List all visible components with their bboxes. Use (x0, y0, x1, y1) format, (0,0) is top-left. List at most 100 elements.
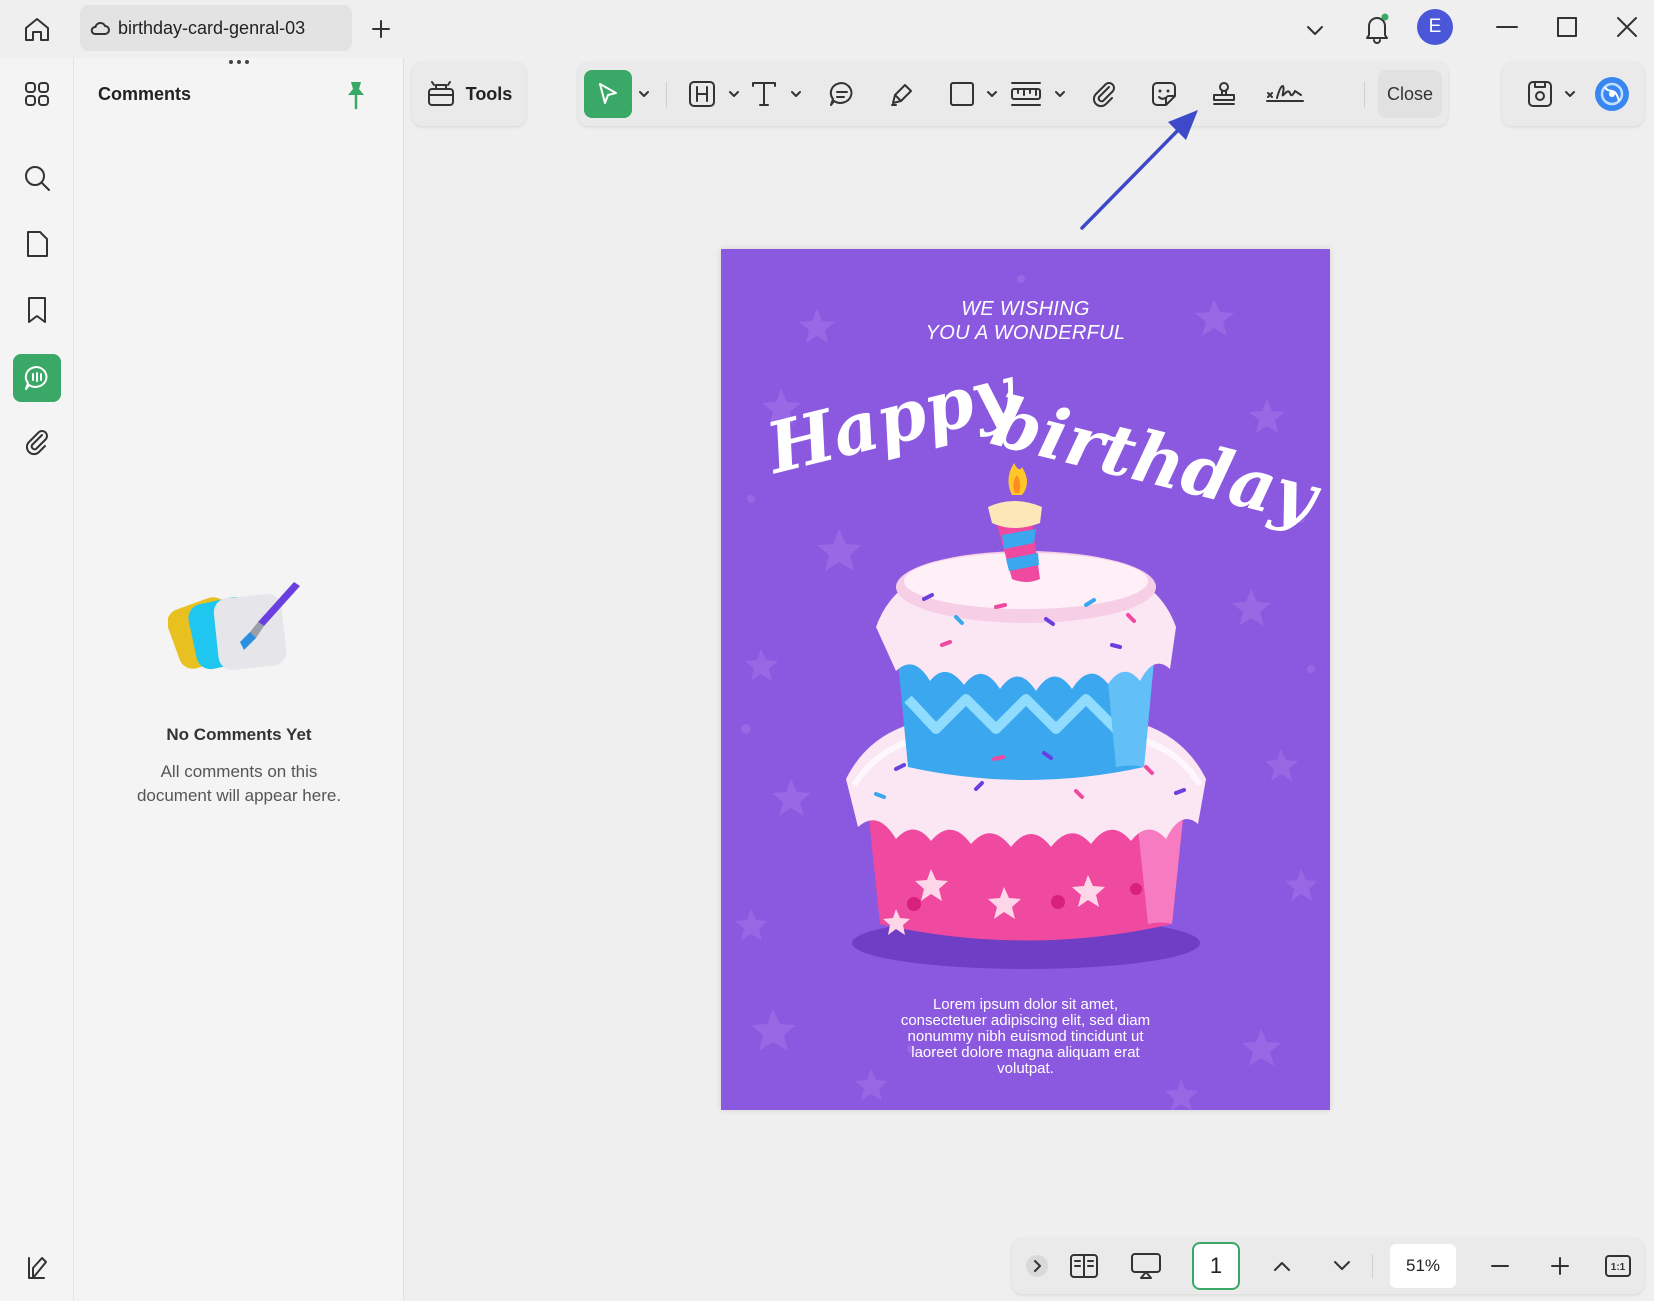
highlight-tool-dropdown[interactable] (726, 82, 742, 106)
tab-list-dropdown[interactable] (1300, 15, 1330, 45)
previous-page-button[interactable] (1264, 1246, 1300, 1286)
current-page-input[interactable] (1192, 1242, 1240, 1290)
panel-drag-handle[interactable] (224, 60, 254, 68)
annotation-arrow (1080, 110, 1198, 230)
pencil-icon (891, 84, 912, 106)
select-tool-dropdown[interactable] (636, 82, 652, 106)
shape-tool-dropdown[interactable] (984, 82, 1000, 106)
close-icon (1617, 17, 1637, 37)
close-window-button[interactable] (1612, 12, 1642, 42)
highlight-tool-button[interactable] (680, 70, 724, 118)
search-icon (25, 166, 50, 191)
empty-state-description: All comments on this document will appea… (74, 760, 404, 808)
save-button[interactable] (1520, 70, 1560, 118)
minus-icon (1491, 1265, 1509, 1267)
actual-size-button[interactable]: 1:1 (1600, 1246, 1636, 1286)
reading-mode-button[interactable] (1062, 1246, 1106, 1286)
sticker-icon (1152, 82, 1176, 106)
document-tab-title: birthday-card-genral-03 (118, 17, 306, 38)
actual-size-icon: 1:1 (1605, 1255, 1631, 1277)
book-icon (1070, 1254, 1098, 1278)
tools-label: Tools (465, 83, 513, 104)
home-button[interactable] (18, 12, 56, 46)
rail-thumbnails-button[interactable] (13, 70, 61, 118)
pin-icon (348, 82, 364, 110)
page-icon (27, 231, 48, 257)
comment-icon (829, 81, 853, 106)
new-tab-button[interactable] (366, 14, 396, 44)
card-body-line: laoreet dolore magna aliquam erat (911, 1044, 1140, 1061)
ai-assistant-button[interactable] (1590, 70, 1634, 118)
bookmark-icon (28, 297, 46, 323)
close-toolbar-button[interactable]: Close (1378, 70, 1442, 118)
rectangle-icon (950, 82, 974, 106)
zoom-in-button[interactable] (1542, 1246, 1578, 1286)
measure-tool-button[interactable] (1002, 70, 1050, 118)
minimize-icon (1496, 26, 1518, 28)
document-tab[interactable]: birthday-card-genral-03 (80, 5, 352, 51)
rail-pages-button[interactable] (13, 220, 61, 268)
chevron-down-icon (987, 91, 997, 97)
ai-assistant-icon (1595, 77, 1629, 111)
card-subtitle-line: YOU A WONDERFUL (925, 322, 1126, 344)
empty-desc-line: All comments on this (160, 762, 318, 781)
presentation-icon (1131, 1253, 1161, 1279)
card-body-line: nonummy nibh euismod tincidunt ut (907, 1028, 1144, 1045)
chevron-down-icon (1334, 1261, 1350, 1270)
card-body-line: Lorem ipsum dolor sit amet, (932, 996, 1119, 1013)
card-body-line: consectetuer adipiscing elit, sed diam (900, 1012, 1151, 1029)
pencil-tool-button[interactable] (880, 70, 924, 118)
text-icon (752, 82, 776, 106)
select-tool-button[interactable] (584, 70, 632, 118)
rail-search-button[interactable] (13, 154, 61, 202)
rail-comments-button[interactable] (13, 354, 61, 402)
chevron-down-icon (1565, 91, 1575, 97)
plus-icon (1551, 1257, 1569, 1275)
maximize-icon (1557, 17, 1577, 37)
actual-size-label: 1:1 (1611, 1262, 1626, 1273)
card-subtitle: WE WISHING YOU A WONDERFUL (721, 297, 1330, 345)
empty-comments-illustration (168, 582, 300, 670)
minimize-button[interactable] (1492, 12, 1522, 42)
signature-tool-button[interactable] (1260, 70, 1310, 118)
panel-icon (28, 1257, 47, 1279)
next-page-button[interactable] (1324, 1246, 1360, 1286)
user-avatar[interactable]: E (1417, 9, 1453, 45)
chevron-right-icon (1026, 1255, 1048, 1277)
comments-panel-title: Comments (98, 84, 192, 104)
grid-icon (25, 82, 49, 106)
left-rail (0, 58, 74, 1301)
sidebar-toggle-button[interactable] (20, 1250, 56, 1286)
zoom-level-display[interactable]: 51% (1390, 1244, 1456, 1288)
chevron-down-icon (1055, 91, 1065, 97)
file-toolbar (1502, 62, 1644, 126)
comment-tool-button[interactable] (820, 70, 864, 118)
zoom-out-button[interactable] (1482, 1246, 1518, 1286)
rail-bookmarks-button[interactable] (13, 286, 61, 334)
paperclip-icon (1092, 82, 1115, 108)
empty-state-title: No Comments Yet (166, 725, 312, 744)
rail-attachments-button[interactable] (13, 418, 61, 466)
plus-icon (372, 20, 390, 38)
empty-desc-line: document will appear here. (136, 786, 342, 805)
pin-panel-button[interactable] (340, 78, 372, 112)
tools-button[interactable]: Tools (412, 62, 526, 126)
chevron-up-icon (1274, 1262, 1290, 1271)
comments-icon (24, 365, 48, 390)
presentation-button[interactable] (1124, 1246, 1168, 1286)
text-tool-dropdown[interactable] (788, 82, 804, 106)
text-tool-button[interactable] (742, 70, 786, 118)
card-subtitle-line: WE WISHING (961, 298, 1090, 320)
measure-tool-dropdown[interactable] (1052, 82, 1068, 106)
ruler-icon (1011, 82, 1041, 106)
annotation-toolbar: Close (578, 62, 1448, 126)
expand-bar-button[interactable] (1022, 1246, 1052, 1286)
chevron-down-icon (791, 91, 801, 97)
signature-icon (1266, 85, 1304, 102)
notifications-button[interactable] (1360, 10, 1394, 46)
save-dropdown[interactable] (1562, 82, 1578, 106)
bell-icon (1366, 13, 1389, 44)
shape-tool-button[interactable] (940, 70, 984, 118)
maximize-button[interactable] (1552, 12, 1582, 42)
card-body-line: volutpat. (997, 1060, 1054, 1077)
